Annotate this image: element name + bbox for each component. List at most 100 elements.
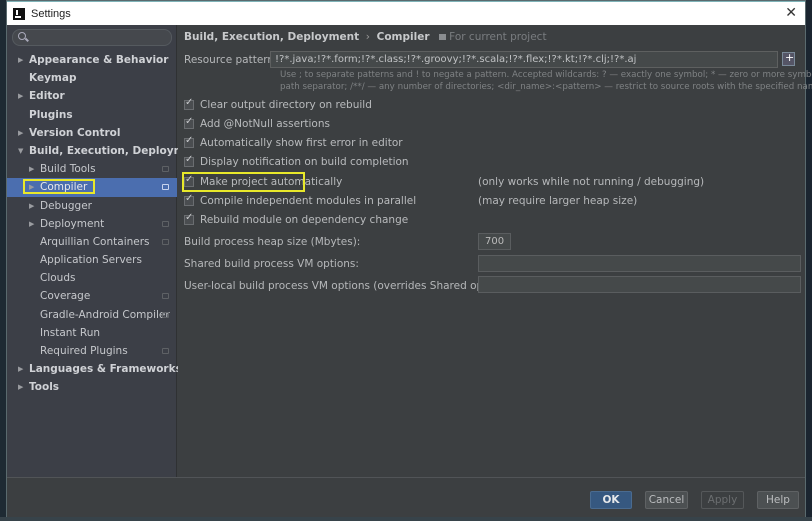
sidebar-item-label: Editor bbox=[29, 90, 65, 103]
shared-vm-options-label: Shared build process VM options: bbox=[184, 258, 359, 270]
project-scope-indicator: For current project bbox=[439, 31, 547, 43]
collapsed-arrow-icon[interactable]: ▶ bbox=[18, 51, 23, 69]
checkbox-checked-icon[interactable] bbox=[184, 212, 194, 225]
sidebar-item-application-servers[interactable]: Application Servers bbox=[7, 251, 177, 269]
checkbox-compile-independent-modules-in-parallel[interactable]: Compile independent modules in parallel bbox=[184, 193, 416, 209]
apply-button[interactable]: Apply bbox=[701, 491, 744, 509]
breadcrumb-parent: Build, Execution, Deployment bbox=[184, 31, 360, 43]
checkbox-note: (only works while not running / debuggin… bbox=[478, 176, 705, 188]
sidebar-item-plugins[interactable]: Plugins bbox=[7, 106, 177, 124]
checkbox-display-notification-on-build-completion[interactable]: Display notification on build completion bbox=[184, 154, 409, 170]
help-button[interactable]: Help bbox=[757, 491, 799, 509]
resource-patterns-label: Resource patterns: bbox=[184, 54, 284, 66]
checkbox-rebuild-module-on-dependency-change[interactable]: Rebuild module on dependency change bbox=[184, 212, 408, 228]
collapsed-arrow-icon[interactable]: ▶ bbox=[29, 178, 34, 196]
heap-size-label: Build process heap size (Mbytes): bbox=[184, 236, 361, 248]
checkbox-label: Rebuild module on dependency change bbox=[200, 214, 409, 226]
breadcrumb-current: Compiler bbox=[376, 31, 430, 43]
collapsed-arrow-icon[interactable]: ▶ bbox=[18, 360, 23, 378]
sidebar-item-label: Arquillian Containers bbox=[40, 235, 150, 248]
desktop-taskbar-edge bbox=[0, 517, 812, 521]
project-level-icon bbox=[162, 166, 169, 173]
window-title: Settings bbox=[31, 7, 71, 20]
search-icon bbox=[18, 32, 26, 40]
checkbox-checked-icon[interactable] bbox=[184, 193, 194, 206]
sidebar-item-appearance-behavior[interactable]: ▶ Appearance & Behavior bbox=[7, 51, 177, 69]
ok-button[interactable]: OK bbox=[590, 491, 632, 509]
user-local-vm-options-input[interactable] bbox=[478, 276, 801, 293]
project-level-icon bbox=[162, 348, 169, 354]
collapsed-arrow-icon[interactable]: ▶ bbox=[29, 215, 34, 233]
collapsed-arrow-icon[interactable]: ▶ bbox=[29, 197, 34, 215]
sidebar-item-required-plugins[interactable]: Required Plugins bbox=[7, 342, 177, 360]
project-scope-icon bbox=[439, 34, 447, 40]
sidebar-item-languages-frameworks[interactable]: ▶ Languages & Frameworks bbox=[7, 360, 182, 378]
sidebar-item-tools[interactable]: ▶ Tools bbox=[7, 378, 177, 396]
sidebar-item-compiler[interactable]: ▶ Compiler bbox=[7, 178, 177, 197]
sidebar-item-build-tools[interactable]: ▶ Build Tools bbox=[7, 160, 177, 178]
sidebar-item-label: Appearance & Behavior bbox=[29, 54, 169, 66]
expand-field-button[interactable] bbox=[782, 51, 795, 66]
sidebar-item-deployment[interactable]: ▶ Deployment bbox=[7, 215, 177, 233]
close-button[interactable]: ✕ bbox=[785, 6, 797, 20]
compiler-settings-panel: Build, Execution, Deployment › Compiler … bbox=[178, 25, 812, 477]
collapsed-arrow-icon[interactable]: ▶ bbox=[18, 124, 23, 142]
project-level-icon bbox=[162, 311, 169, 318]
checkbox-checked-icon[interactable] bbox=[184, 154, 194, 167]
checkbox-label: Compile independent modules in parallel bbox=[200, 195, 417, 207]
checkbox-note: (may require larger heap size) bbox=[478, 195, 638, 207]
sidebar-item-gradle-android-compiler[interactable]: Gradle-Android Compiler bbox=[7, 306, 177, 324]
breadcrumb: Build, Execution, Deployment › Compiler … bbox=[184, 31, 547, 43]
sidebar-item-clouds[interactable]: Clouds bbox=[7, 269, 177, 287]
collapsed-arrow-icon[interactable]: ▶ bbox=[29, 160, 34, 178]
project-level-icon bbox=[162, 184, 169, 191]
sidebar-item-label: Compiler bbox=[40, 181, 88, 194]
resource-patterns-hint-line2: path separator; /**/ — any number of dir… bbox=[280, 82, 812, 92]
sidebar-item-label: Instant Run bbox=[40, 326, 101, 339]
resource-patterns-input[interactable]: !?*.java;!?*.form;!?*.class;!?*.groovy;!… bbox=[270, 51, 778, 68]
sidebar-item-label: Version Control bbox=[29, 126, 121, 139]
collapsed-arrow-icon[interactable]: ▶ bbox=[18, 87, 23, 105]
sidebar-item-label: Plugins bbox=[29, 108, 73, 121]
search-input[interactable] bbox=[12, 29, 172, 46]
breadcrumb-separator: › bbox=[365, 31, 370, 43]
checkbox-checked-icon[interactable] bbox=[184, 174, 194, 187]
sidebar-item-label: Deployment bbox=[40, 217, 105, 230]
cancel-button[interactable]: Cancel bbox=[645, 491, 688, 509]
sidebar-item-coverage[interactable]: Coverage bbox=[7, 287, 177, 305]
sidebar-item-keymap[interactable]: Keymap bbox=[7, 69, 177, 87]
checkbox-clear-output-directory-on-rebuild[interactable]: Clear output directory on rebuild bbox=[184, 97, 372, 113]
shared-vm-options-input[interactable] bbox=[478, 255, 801, 272]
sidebar-item-label: Clouds bbox=[40, 272, 76, 285]
checkbox-make-project-automatically[interactable]: Make project automatically bbox=[184, 174, 342, 190]
heap-size-input[interactable]: 700 bbox=[478, 233, 511, 250]
dialog-footer: OK Cancel Apply Help bbox=[7, 477, 805, 517]
project-level-icon bbox=[162, 220, 169, 227]
project-level-icon bbox=[162, 293, 169, 300]
checkbox-label: Automatically show first error in editor bbox=[200, 137, 403, 149]
intellij-app-icon bbox=[13, 7, 25, 20]
settings-dialog: Settings ✕ ▶ Appearance & Behavior Keymap ▶… bbox=[6, 0, 812, 517]
settings-sidebar: ▶ Appearance & Behavior Keymap ▶ Editor Plugi… bbox=[7, 25, 204, 477]
sidebar-item-label: Languages & Frameworks bbox=[29, 363, 182, 376]
sidebar-item-label: Debugger bbox=[40, 199, 92, 212]
checkbox-checked-icon[interactable] bbox=[184, 116, 194, 129]
collapsed-arrow-icon[interactable]: ▶ bbox=[18, 378, 23, 396]
user-local-vm-options-label: User-local build process VM options (ove… bbox=[184, 280, 517, 292]
expanded-arrow-icon[interactable]: ▼ bbox=[18, 142, 23, 160]
checkbox-automatically-show-first-error-in-editor[interactable]: Automatically show first error in editor bbox=[184, 135, 403, 151]
checkbox-label: Clear output directory on rebuild bbox=[200, 99, 372, 111]
sidebar-item-version-control[interactable]: ▶ Version Control bbox=[7, 124, 177, 142]
project-level-icon bbox=[162, 238, 169, 245]
settings-tree: ▶ Appearance & Behavior Keymap ▶ Editor Plugi… bbox=[7, 51, 204, 397]
sidebar-item-instant-run[interactable]: Instant Run bbox=[7, 324, 177, 342]
checkbox-checked-icon[interactable] bbox=[184, 135, 194, 148]
checkbox-label: Display notification on build completion bbox=[200, 156, 409, 168]
sidebar-item-debugger[interactable]: ▶ Debugger bbox=[7, 197, 177, 215]
scope-label: For current project bbox=[449, 31, 547, 43]
sidebar-item-build-execution-deployment[interactable]: ▼ Build, Execution, Deployment bbox=[7, 142, 204, 160]
sidebar-item-editor[interactable]: ▶ Editor bbox=[7, 87, 177, 105]
sidebar-item-arquillian-containers[interactable]: Arquillian Containers bbox=[7, 233, 177, 251]
checkbox-add-notnull-assertions[interactable]: Add @NotNull assertions bbox=[184, 116, 330, 132]
checkbox-checked-icon[interactable] bbox=[184, 97, 194, 110]
